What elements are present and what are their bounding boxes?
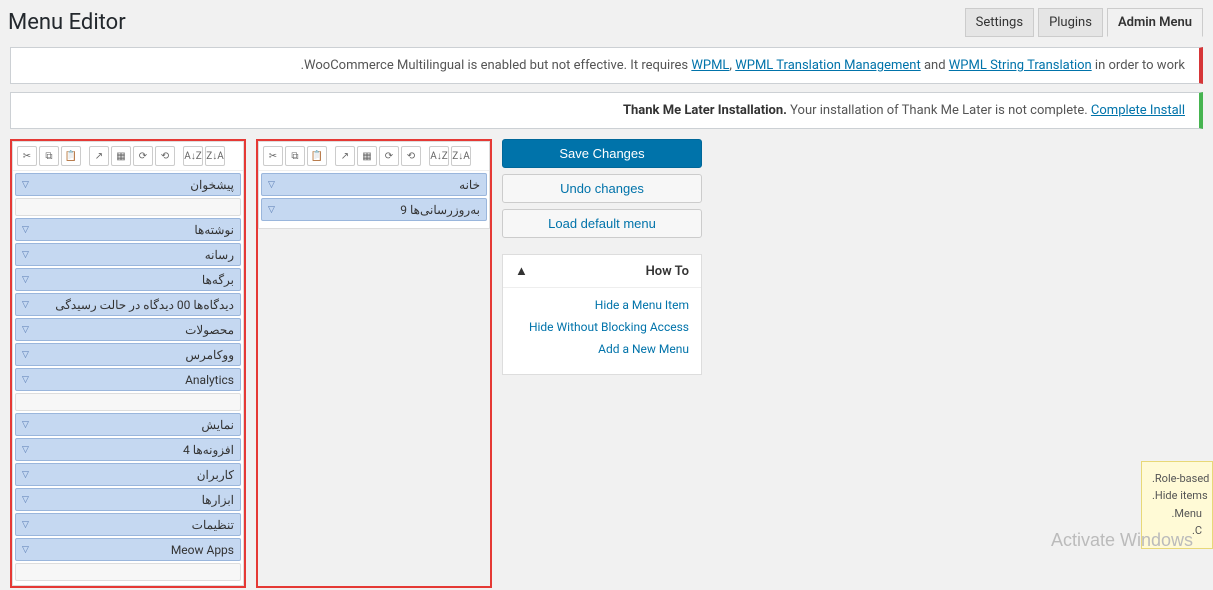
copy-icon[interactable]: ⧉ [285,146,305,166]
howto-link-add[interactable]: Add a New Menu [515,342,689,356]
menu-separator[interactable] [15,563,241,581]
link-wpml[interactable]: WPML [691,58,729,73]
menu-item-label: دیدگاه‌ها 00 دیدگاه در حالت رسیدگی [55,298,234,312]
chevron-down-icon[interactable]: ▽ [22,180,29,190]
menu-item-label: به‌روزرسانی‌ها 9 [400,203,480,217]
menu-separator[interactable] [15,393,241,411]
menu-item-label: رسانه [205,248,234,262]
collapse-icon[interactable]: ▲ [515,263,528,279]
chevron-down-icon[interactable]: ▽ [268,180,275,190]
menu-item-label: محصولات [185,323,234,337]
tab-plugins[interactable]: Plugins [1038,8,1103,37]
paste-icon[interactable]: 📋 [307,146,327,166]
sort-za-icon[interactable]: Z↓A [205,146,225,166]
menu-item[interactable]: نمایش ▽ [15,413,241,436]
menu-item[interactable]: Meow Apps ▽ [15,538,241,561]
chevron-down-icon[interactable]: ▽ [22,375,29,385]
undo-button[interactable]: Undo changes [502,174,702,203]
load-default-button[interactable]: Load default menu [502,209,702,238]
menu-item-label: برگه‌ها [202,273,234,287]
cut-icon[interactable]: ✂ [263,146,283,166]
new-item-icon[interactable]: ↗ [335,146,355,166]
menu-item-label: نوشته‌ها [194,223,234,237]
sort-az-icon[interactable]: A↓Z [183,146,203,166]
paste-icon[interactable]: 📋 [61,146,81,166]
menu-item-label: پیشخوان [190,178,234,192]
chevron-down-icon[interactable]: ▽ [22,545,29,555]
menu-item[interactable]: محصولات ▽ [15,318,241,341]
sort-za-icon[interactable]: Z↓A [451,146,471,166]
menu-item-label: کاربران [197,468,234,482]
menu-item-label: Meow Apps [171,543,234,557]
windows-watermark: Activate Windows [1051,530,1193,551]
menu-item[interactable]: ووکامرس ▽ [15,343,241,366]
menu-item-label: ووکامرس [185,348,234,362]
chevron-down-icon[interactable]: ▽ [22,445,29,455]
show-icon[interactable]: ⟳ [379,146,399,166]
toolbar-main: ✂ ⧉ 📋 ↗ ▦ ⟳ ⟲ A↓Z Z↓A [13,142,243,171]
new-item-icon[interactable]: ↗ [89,146,109,166]
toolbar-sub: ✂ ⧉ 📋 ↗ ▦ ⟳ ⟲ A↓Z Z↓A [259,142,489,171]
new-sep-icon[interactable]: ▦ [357,146,377,166]
tab-admin-menu[interactable]: Admin Menu [1107,8,1203,37]
cut-icon[interactable]: ✂ [17,146,37,166]
menu-item[interactable]: نوشته‌ها ▽ [15,218,241,241]
chevron-down-icon[interactable]: ▽ [22,420,29,430]
hide-icon[interactable]: ⟲ [401,146,421,166]
chevron-down-icon[interactable]: ▽ [22,250,29,260]
chevron-down-icon[interactable]: ▽ [22,350,29,360]
menu-item[interactable]: دیدگاه‌ها 00 دیدگاه در حالت رسیدگی ▽ [15,293,241,316]
chevron-down-icon[interactable]: ▽ [22,325,29,335]
chevron-down-icon[interactable]: ▽ [22,495,29,505]
menu-item[interactable]: کاربران ▽ [15,463,241,486]
show-icon[interactable]: ⟳ [133,146,153,166]
link-wpml-st[interactable]: WPML String Translation [949,58,1092,73]
menu-item[interactable]: تنظیمات ▽ [15,513,241,536]
chevron-down-icon[interactable]: ▽ [22,225,29,235]
menu-item[interactable]: خانه ▽ [261,173,487,196]
chevron-down-icon[interactable]: ▽ [22,470,29,480]
menu-item[interactable]: برگه‌ها ▽ [15,268,241,291]
menu-item-label: افزونه‌ها 4 [183,443,234,457]
menu-item-label: خانه [459,178,480,192]
howto-link-hidewb[interactable]: Hide Without Blocking Access [515,320,689,334]
menu-item-label: نمایش [201,418,234,432]
menu-item-label: تنظیمات [192,518,234,532]
notice-thankmelater: Thank Me Later Installation. Your instal… [10,92,1203,129]
menu-item[interactable]: ابزارها ▽ [15,488,241,511]
menu-item[interactable]: رسانه ▽ [15,243,241,266]
menu-item-label: ابزارها [202,493,234,507]
notice-wpml: .WooCommerce Multilingual is enabled but… [10,47,1203,84]
tab-settings[interactable]: Settings [965,8,1034,37]
link-complete-install[interactable]: Complete Install [1091,103,1185,118]
menu-item[interactable]: Analytics ▽ [15,368,241,391]
menu-column-main: ✂ ⧉ 📋 ↗ ▦ ⟳ ⟲ A↓Z Z↓A پیشخوان▽نوشته‌ها▽ر… [12,141,244,586]
menu-column-sub: ✂ ⧉ 📋 ↗ ▦ ⟳ ⟲ A↓Z Z↓A خانه▽به‌روزرسانی‌ه… [258,141,490,229]
link-wpml-tm[interactable]: WPML Translation Management [735,58,921,73]
howto-title: How To [646,264,689,279]
hide-icon[interactable]: ⟲ [155,146,175,166]
tab-bar: Settings Plugins Admin Menu [961,8,1203,37]
howto-box: ▲ How To Hide a Menu Item Hide Without B… [502,254,702,375]
save-button[interactable]: Save Changes [502,139,702,168]
chevron-down-icon[interactable]: ▽ [22,275,29,285]
menu-item[interactable]: افزونه‌ها 4 ▽ [15,438,241,461]
menu-item[interactable]: پیشخوان ▽ [15,173,241,196]
menu-item[interactable]: به‌روزرسانی‌ها 9 ▽ [261,198,487,221]
copy-icon[interactable]: ⧉ [39,146,59,166]
menu-item-label: Analytics [185,373,234,387]
chevron-down-icon[interactable]: ▽ [22,300,29,310]
menu-separator[interactable] [15,198,241,216]
sort-az-icon[interactable]: A↓Z [429,146,449,166]
page-title: Menu Editor [8,10,126,35]
chevron-down-icon[interactable]: ▽ [22,520,29,530]
chevron-down-icon[interactable]: ▽ [268,205,275,215]
new-sep-icon[interactable]: ▦ [111,146,131,166]
howto-link-hide[interactable]: Hide a Menu Item [515,298,689,312]
